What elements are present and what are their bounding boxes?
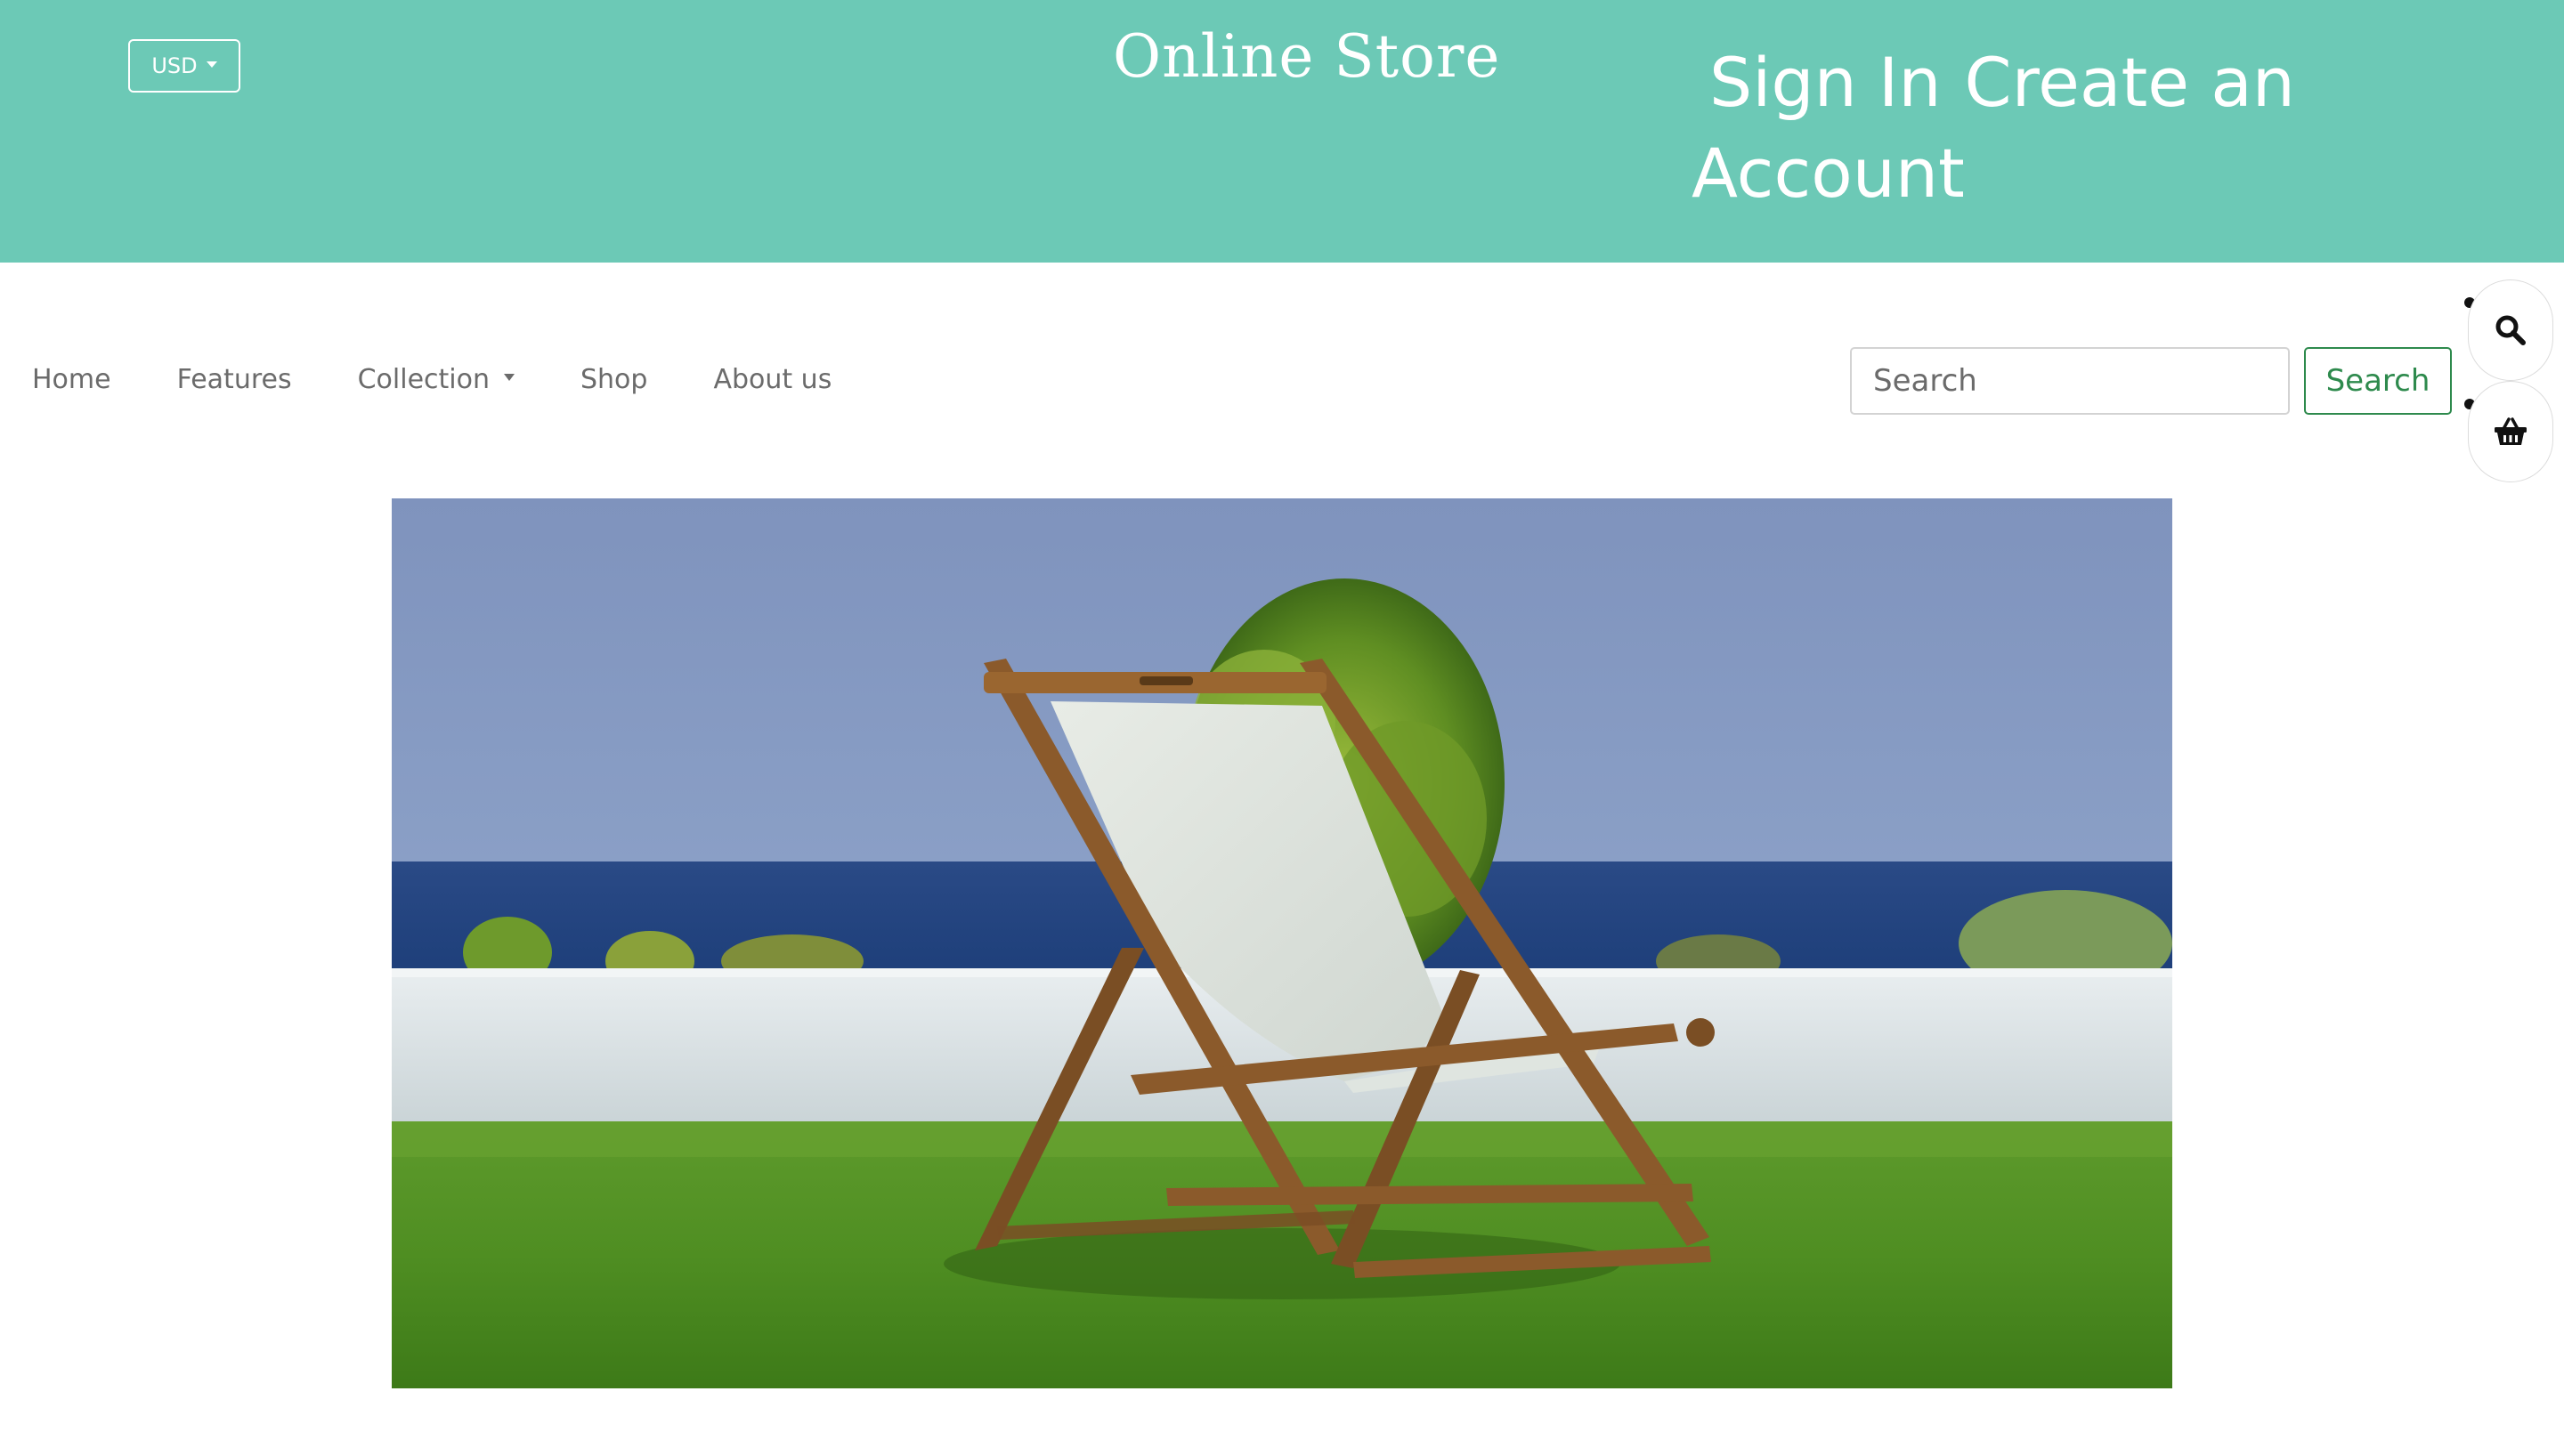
nav-item-home[interactable]: Home bbox=[32, 364, 111, 395]
sign-in-link[interactable]: Sign In bbox=[1709, 43, 1942, 122]
nav-item-label: Features bbox=[176, 363, 292, 395]
deck-chair-photo bbox=[392, 498, 2172, 1388]
account-links: Sign In Create an Account bbox=[1692, 37, 2333, 219]
nav-item-collection[interactable]: Collection bbox=[358, 364, 515, 395]
nav-item-label: Home bbox=[32, 363, 111, 395]
currency-label: USD bbox=[151, 53, 198, 78]
top-header: USD Online Store Sign In Create an Accoun… bbox=[0, 0, 2564, 263]
search-button[interactable]: Search bbox=[2304, 347, 2452, 415]
nav-item-label: Collection bbox=[357, 363, 490, 395]
hero-image bbox=[392, 498, 2172, 1388]
basket-icon-button[interactable] bbox=[2468, 381, 2553, 482]
currency-selector[interactable]: USD bbox=[128, 39, 240, 93]
nav-item-shop[interactable]: Shop bbox=[580, 364, 647, 395]
store-title: Online Store bbox=[1113, 22, 1501, 91]
nav-item-about[interactable]: About us bbox=[713, 364, 832, 395]
nav-item-label: Shop bbox=[580, 363, 648, 395]
chevron-down-icon bbox=[206, 61, 217, 68]
nav-item-features[interactable]: Features bbox=[177, 364, 292, 395]
nav-menu: Home Features Collection Shop About us bbox=[32, 338, 897, 420]
basket-icon bbox=[2495, 417, 2527, 445]
search-icon bbox=[2495, 315, 2526, 345]
nav-item-label: About us bbox=[713, 363, 832, 395]
search-input[interactable] bbox=[1850, 347, 2290, 415]
search-icon-button[interactable] bbox=[2468, 279, 2553, 381]
chevron-down-icon bbox=[503, 374, 515, 381]
